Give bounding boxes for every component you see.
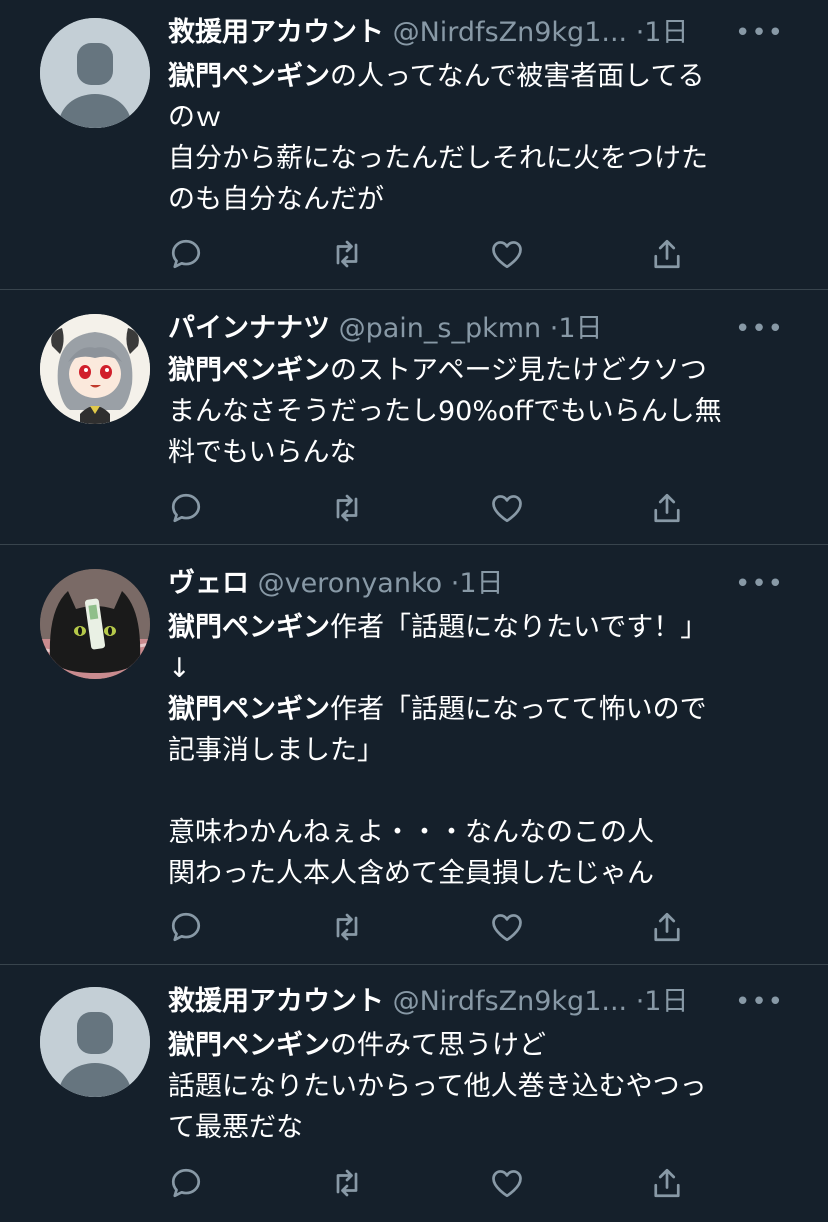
more-options-icon[interactable]: ••• bbox=[735, 310, 784, 348]
tweet-line: 獄門ペンギン作者「話題になりたいです！」 bbox=[168, 607, 808, 648]
tweet-line: 獄門ペンギン作者「話題になってて怖いので bbox=[168, 689, 808, 730]
tweet-line: 獄門ペンギンの件みて思うけど bbox=[168, 1025, 808, 1066]
line-text: 作者「話題になりたいです！」 bbox=[330, 612, 708, 643]
tweet-header: パインナナツ @pain_s_pkmn ·1日 bbox=[168, 310, 748, 348]
user-handle[interactable]: @veronyanko bbox=[258, 568, 443, 599]
tweet-line: 記事消しました」 bbox=[168, 730, 808, 771]
like-icon[interactable] bbox=[489, 490, 525, 526]
retweet-icon[interactable] bbox=[329, 490, 365, 526]
tweet[interactable]: ヴェロ @veronyanko ·1日 ••• 獄門ペンギン作者「話題になりたい… bbox=[0, 545, 828, 965]
default-avatar-icon bbox=[40, 987, 150, 1097]
tweet-line: 獄門ペンギンの人ってなんで被害者面してる bbox=[168, 56, 808, 97]
reply-icon[interactable] bbox=[168, 909, 204, 945]
line-text: て最悪だな bbox=[168, 1112, 303, 1143]
bold-keyword: 獄門ペンギン bbox=[168, 1030, 330, 1061]
line-text: のストアページ見たけどクソつ bbox=[330, 355, 707, 386]
like-icon[interactable] bbox=[489, 236, 525, 272]
line-text: 作者「話題になってて怖いので bbox=[330, 694, 707, 725]
line-text: のｗ bbox=[168, 102, 222, 133]
tweet-actions bbox=[168, 909, 688, 949]
tweet-line: 自分から薪になったんだしそれに火をつけた bbox=[168, 138, 808, 179]
tweet-text: 獄門ペンギン作者「話題になりたいです！」 ↓ 獄門ペンギン作者「話題になってて怖… bbox=[168, 607, 808, 894]
tweet-header: ヴェロ @veronyanko ·1日 bbox=[168, 565, 748, 603]
retweet-icon[interactable] bbox=[329, 909, 365, 945]
timestamp[interactable]: ·1日 bbox=[550, 313, 603, 344]
bold-keyword: 獄門ペンギン bbox=[168, 355, 330, 386]
tweet-header: 救援用アカウント @NirdfsZn9kg1... ·1日 bbox=[168, 983, 748, 1021]
tweet-text: 獄門ペンギンのストアページ見たけどクソつ まんなさそうだったし90%offでもい… bbox=[168, 350, 808, 473]
line-text: の人ってなんで被害者面してる bbox=[330, 61, 705, 92]
line-text: まんなさそうだったし90%offでもいらんし無 bbox=[168, 396, 722, 427]
tweet-line: て最悪だな bbox=[168, 1107, 808, 1148]
more-options-icon[interactable]: ••• bbox=[735, 983, 784, 1021]
tweet[interactable]: パインナナツ @pain_s_pkmn ·1日 ••• 獄門ペンギンのストアペー… bbox=[0, 290, 828, 545]
bold-keyword: 獄門ペンギン bbox=[168, 61, 330, 92]
tweet-line: のｗ bbox=[168, 97, 808, 138]
black-cat-avatar-icon bbox=[40, 569, 150, 679]
line-text: のも自分なんだが bbox=[168, 184, 384, 215]
user-handle[interactable]: @pain_s_pkmn bbox=[339, 313, 542, 344]
reply-icon[interactable] bbox=[168, 490, 204, 526]
like-icon[interactable] bbox=[489, 1165, 525, 1201]
avatar[interactable] bbox=[40, 18, 150, 128]
line-text: 意味わかんねぇよ・・・なんなのこの人 bbox=[168, 817, 654, 848]
more-options-icon[interactable]: ••• bbox=[735, 14, 784, 52]
line-text: 記事消しました」 bbox=[168, 735, 384, 766]
tweet-line: のも自分なんだが bbox=[168, 179, 808, 220]
share-icon[interactable] bbox=[649, 490, 685, 526]
retweet-icon[interactable] bbox=[329, 236, 365, 272]
line-text: 関わった人本人含めて全員損したじゃん bbox=[168, 858, 654, 889]
tweet-line: 関わった人本人含めて全員損したじゃん bbox=[168, 853, 808, 894]
bold-keyword: 獄門ペンギン bbox=[168, 694, 330, 725]
more-options-icon[interactable]: ••• bbox=[735, 565, 784, 603]
tweet-line: ↓ bbox=[168, 648, 808, 689]
line-text: 話題になりたいからって他人巻き込むやつっ bbox=[168, 1071, 707, 1102]
tweet-actions bbox=[168, 1165, 688, 1205]
tweet[interactable]: 救援用アカウント @NirdfsZn9kg1... ·1日 ••• 獄門ペンギン… bbox=[0, 0, 828, 290]
retweet-icon[interactable] bbox=[329, 1165, 365, 1201]
tweet-actions bbox=[168, 490, 688, 530]
share-icon[interactable] bbox=[649, 1165, 685, 1201]
timestamp[interactable]: ·1日 bbox=[636, 17, 689, 48]
bold-keyword: 獄門ペンギン bbox=[168, 612, 330, 643]
display-name[interactable]: 救援用アカウント bbox=[168, 986, 384, 1017]
avatar[interactable] bbox=[40, 569, 150, 679]
tweet-text: 獄門ペンギンの件みて思うけど 話題になりたいからって他人巻き込むやつっ て最悪だ… bbox=[168, 1025, 808, 1148]
share-icon[interactable] bbox=[649, 909, 685, 945]
user-handle[interactable]: @NirdfsZn9kg1... bbox=[393, 986, 628, 1017]
line-text: 料でもいらんな bbox=[168, 437, 357, 468]
display-name[interactable]: パインナナツ bbox=[168, 313, 330, 344]
tweet-header: 救援用アカウント @NirdfsZn9kg1... ·1日 bbox=[168, 14, 748, 52]
anime-character-avatar-icon bbox=[40, 314, 150, 424]
timestamp[interactable]: ·1日 bbox=[636, 986, 689, 1017]
default-avatar-icon bbox=[40, 18, 150, 128]
display-name[interactable]: ヴェロ bbox=[168, 568, 249, 599]
tweet-line: まんなさそうだったし90%offでもいらんし無 bbox=[168, 391, 808, 432]
tweet-line: 料でもいらんな bbox=[168, 432, 808, 473]
tweet-line: 意味わかんねぇよ・・・なんなのこの人 bbox=[168, 812, 808, 853]
line-text: の件みて思うけど bbox=[330, 1030, 546, 1061]
tweet-line bbox=[168, 771, 808, 812]
user-handle[interactable]: @NirdfsZn9kg1... bbox=[393, 17, 628, 48]
line-text: 自分から薪になったんだしそれに火をつけた bbox=[168, 143, 708, 174]
avatar[interactable] bbox=[40, 314, 150, 424]
timestamp[interactable]: ·1日 bbox=[451, 568, 504, 599]
like-icon[interactable] bbox=[489, 909, 525, 945]
share-icon[interactable] bbox=[649, 236, 685, 272]
display-name[interactable]: 救援用アカウント bbox=[168, 17, 384, 48]
tweet-line: 獄門ペンギンのストアページ見たけどクソつ bbox=[168, 350, 808, 391]
avatar[interactable] bbox=[40, 987, 150, 1097]
tweet-line: 話題になりたいからって他人巻き込むやつっ bbox=[168, 1066, 808, 1107]
reply-icon[interactable] bbox=[168, 236, 204, 272]
line-text: ↓ bbox=[168, 653, 191, 684]
tweet-text: 獄門ペンギンの人ってなんで被害者面してる のｗ 自分から薪になったんだしそれに火… bbox=[168, 56, 808, 220]
tweet-actions bbox=[168, 236, 688, 276]
tweet[interactable]: 救援用アカウント @NirdfsZn9kg1... ·1日 ••• 獄門ペンギン… bbox=[0, 965, 828, 1222]
reply-icon[interactable] bbox=[168, 1165, 204, 1201]
